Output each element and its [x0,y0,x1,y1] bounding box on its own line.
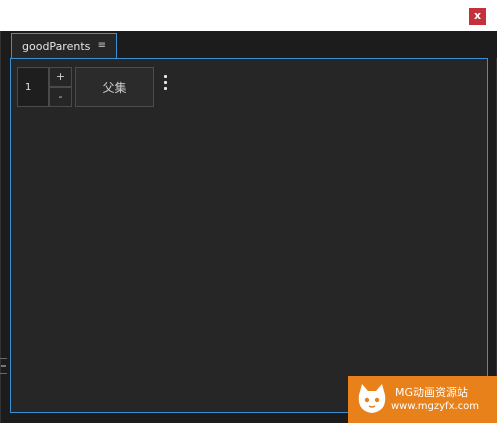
tab-goodparents[interactable]: goodParents ≡ [11,33,117,59]
watermark-url: www.mgzyfx.com [391,401,480,412]
decrement-button[interactable]: - [49,87,72,107]
close-button[interactable]: x [469,8,486,25]
vertical-ellipsis-icon[interactable] [160,75,170,97]
tab-bar: goodParents ≡ [1,31,497,59]
level-number-input[interactable] [17,67,49,107]
increment-button[interactable]: + [49,67,72,87]
cat-face-logo [358,384,386,413]
tab-label: goodParents [22,40,91,53]
content-panel: + - 父集 [10,58,488,413]
watermark-banner: MG动画资源站 www.mgzyfx.com [348,376,497,423]
edge-resize-handle[interactable] [0,358,7,374]
watermark-title: MG动画资源站 [395,386,469,399]
title-bar: x [0,0,497,31]
parent-button[interactable]: 父集 [75,67,154,107]
hamburger-menu-icon[interactable]: ≡ [98,40,106,51]
